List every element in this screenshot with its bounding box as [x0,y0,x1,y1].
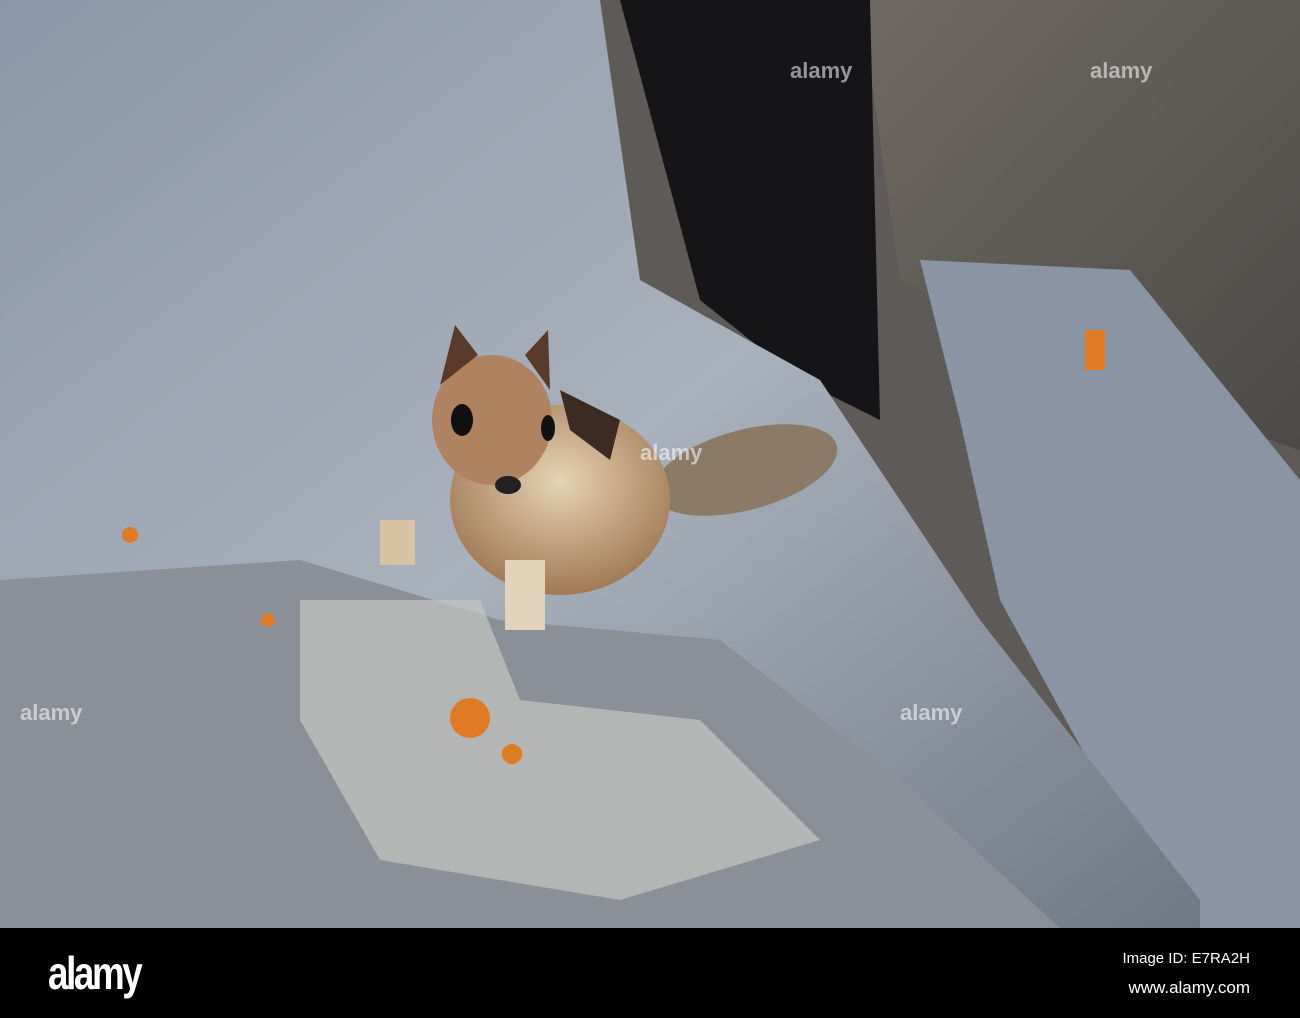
orange-lichen [261,613,275,627]
orange-lichen [502,744,522,764]
stock-photo: alamy alamy alamy alamy alamy [0,0,1300,928]
image-id: Image ID: E7RA2H [1122,950,1250,967]
watermark: alamy [20,700,83,725]
chipmunk-leg [380,520,415,565]
orange-lichen [450,698,490,738]
footer-bar: alamy Image ID: E7RA2H www.alamy.com [0,928,1300,1018]
alamy-logo: alamy [48,947,143,999]
watermark: alamy [1090,58,1153,83]
watermark: alamy [640,440,703,465]
site-url: www.alamy.com [1128,978,1250,997]
chipmunk-nose [495,476,521,494]
chipmunk-eye [541,415,555,441]
chipmunk-eye [451,404,473,436]
watermark: alamy [900,700,963,725]
orange-lichen [1085,330,1105,370]
watermark: alamy [790,58,853,83]
chipmunk-leg [505,560,545,630]
orange-lichen [122,527,138,543]
